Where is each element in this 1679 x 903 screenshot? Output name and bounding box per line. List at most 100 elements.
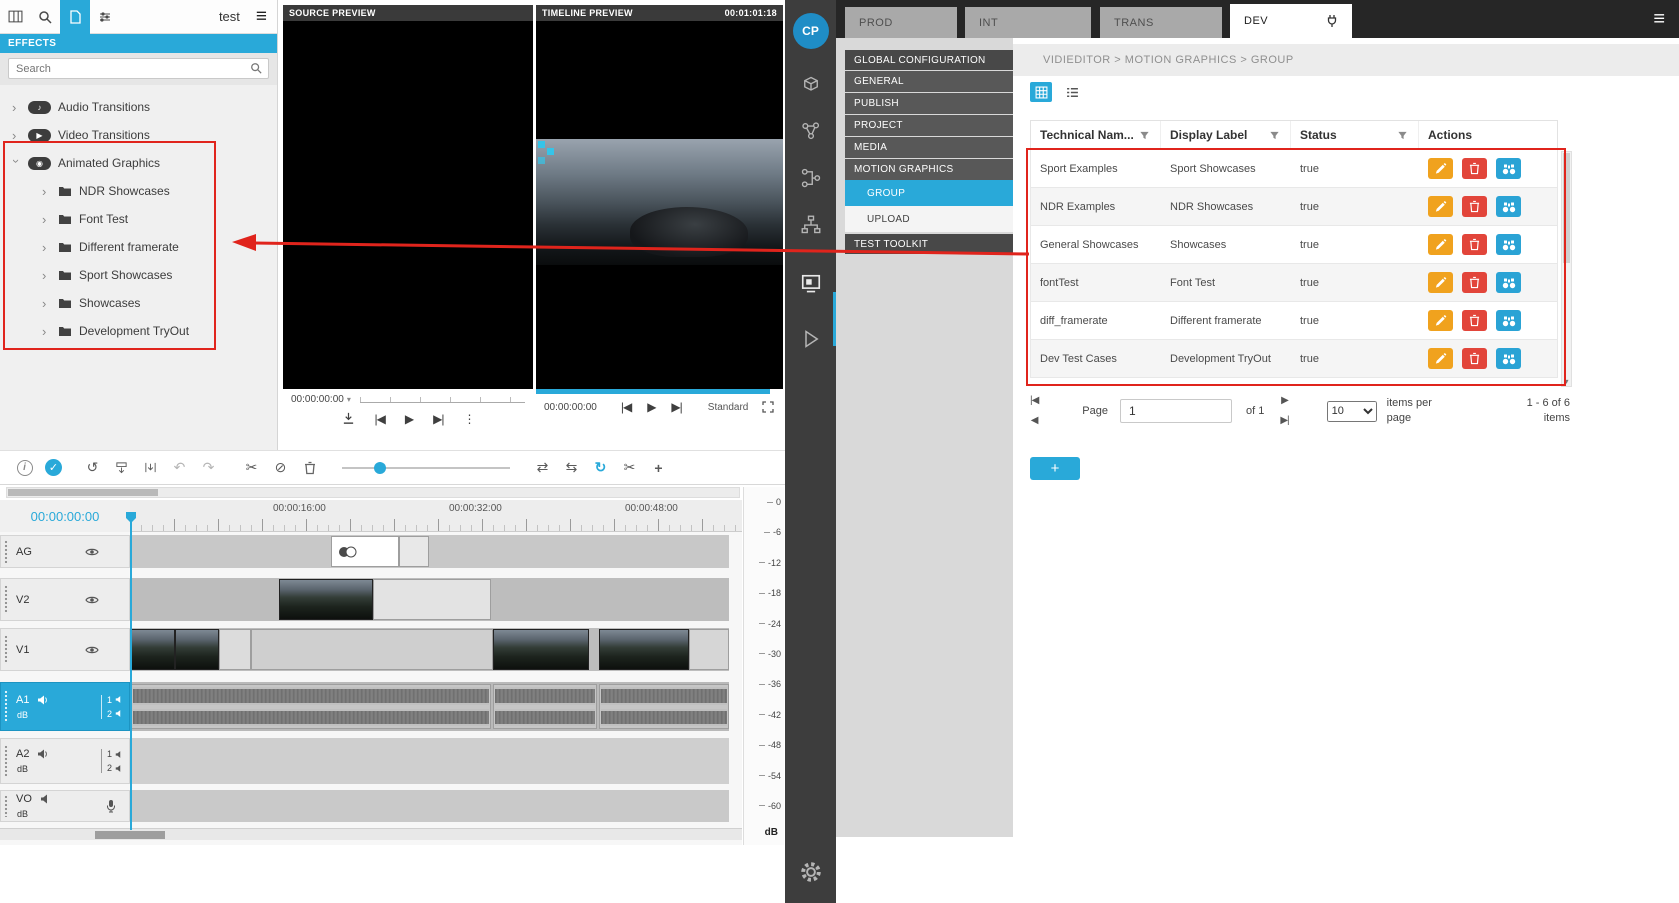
speaker-icon[interactable] (37, 694, 49, 706)
tree-item-animated-graphics[interactable]: › ◉ Animated Graphics (0, 149, 277, 177)
tab-dev[interactable]: DEV (1230, 4, 1352, 38)
clip[interactable] (219, 629, 251, 670)
chevron-right-icon[interactable]: › (42, 325, 51, 338)
audio-clip[interactable] (131, 684, 491, 729)
chevron-right-icon[interactable]: › (42, 297, 51, 310)
drag-handle-icon[interactable] (4, 635, 9, 665)
nav-group-active[interactable]: GROUP (845, 180, 1013, 206)
prev-page-button[interactable]: ◀ (1031, 416, 1038, 426)
tab-int[interactable]: INT (965, 7, 1091, 38)
track-header-ag[interactable]: AG (0, 535, 130, 568)
page-size-select[interactable]: 10 (1327, 401, 1377, 422)
nav-global-configuration[interactable]: GLOBAL CONFIGURATION (845, 50, 1013, 70)
tree-item-audio-transitions[interactable]: › ♪ Audio Transitions (0, 93, 277, 121)
refresh-icon[interactable]: ↻ (586, 459, 615, 476)
clip[interactable] (373, 579, 491, 620)
swap-left-icon[interactable]: ⇆ (557, 459, 586, 476)
kebab-menu-icon[interactable]: ⋮ (463, 413, 474, 425)
move-icon[interactable]: + (644, 460, 673, 476)
track-lane-a1[interactable] (131, 682, 729, 731)
channel-2[interactable]: 2 (107, 709, 124, 719)
table-row[interactable]: Dev Test Cases Development TryOut true (1030, 340, 1558, 378)
nav-publish[interactable]: PUBLISH (845, 93, 1013, 114)
zoom-slider[interactable] (342, 467, 510, 469)
export-play-icon[interactable] (801, 329, 821, 349)
editor-menu-icon[interactable]: ≡ (256, 7, 267, 26)
chevron-right-icon[interactable]: › (12, 129, 21, 142)
tab-prod[interactable]: PROD (845, 7, 957, 38)
microphone-icon[interactable] (105, 799, 117, 813)
column-display-label[interactable]: Display Label (1161, 121, 1291, 149)
tree-item-graphics-folder[interactable]: › Different framerate (0, 233, 277, 261)
edit-button[interactable] (1428, 196, 1453, 217)
skip-forward-icon[interactable]: ▶| (433, 413, 443, 425)
dropdown-caret-icon[interactable]: ▾ (347, 395, 351, 404)
tree-item-graphics-folder[interactable]: › NDR Showcases (0, 177, 277, 205)
track-header-v2[interactable]: V2 (0, 578, 130, 621)
swap-right-icon[interactable]: ⇄ (528, 459, 557, 476)
nav-media[interactable]: MEDIA (845, 137, 1013, 158)
track-header-v1[interactable]: V1 (0, 628, 130, 671)
audio-clip[interactable] (493, 684, 597, 729)
video-clip[interactable] (279, 579, 373, 620)
filter-icon[interactable] (1397, 130, 1408, 141)
track-lane-v1[interactable] (131, 628, 729, 671)
preview-button[interactable] (1496, 348, 1521, 369)
settings-gears-icon[interactable] (798, 859, 824, 885)
chevron-right-icon[interactable]: › (42, 213, 51, 226)
project-file-icon[interactable] (60, 0, 90, 34)
delete-button[interactable] (1462, 158, 1487, 179)
track-header-vo[interactable]: VO dB (0, 790, 130, 822)
preview-button[interactable] (1496, 310, 1521, 331)
filter-icon[interactable] (1139, 130, 1150, 141)
table-row[interactable]: General Showcases Showcases true (1030, 226, 1558, 264)
timeline-hscrollbar-top[interactable] (6, 487, 740, 498)
list-view-button[interactable] (1061, 82, 1083, 102)
preview-button[interactable] (1496, 234, 1521, 255)
edit-button[interactable] (1428, 272, 1453, 293)
track-header-a2[interactable]: A2 dB 1 2 (0, 738, 130, 784)
delete-clip-icon[interactable] (295, 461, 324, 475)
user-avatar[interactable]: CP (793, 13, 829, 49)
preview-button[interactable] (1496, 196, 1521, 217)
zoom-slider-knob[interactable] (374, 462, 386, 474)
video-clip[interactable] (599, 629, 689, 670)
quality-selector[interactable]: Standard (708, 402, 749, 413)
drag-handle-icon[interactable] (4, 795, 9, 817)
playhead[interactable] (130, 512, 132, 830)
insert-to-timeline-icon[interactable] (342, 412, 355, 425)
nav-general[interactable]: GENERAL (845, 71, 1013, 92)
play-icon[interactable]: ▶ (405, 413, 413, 425)
channel-1[interactable]: 1 (107, 749, 124, 759)
timeline-progress-bar[interactable] (536, 389, 770, 394)
add-group-button[interactable]: + (1030, 457, 1080, 480)
preview-button[interactable] (1496, 272, 1521, 293)
last-page-button[interactable]: ▶| (1280, 416, 1288, 426)
video-clip[interactable] (175, 629, 219, 670)
info-icon[interactable]: i (10, 460, 39, 476)
track-lane-a2[interactable] (131, 738, 729, 784)
delete-button[interactable] (1462, 272, 1487, 293)
delete-button[interactable] (1462, 196, 1487, 217)
packages-icon[interactable] (801, 76, 821, 94)
fullscreen-icon[interactable] (762, 401, 774, 413)
track-lane-v2[interactable] (131, 578, 729, 621)
search-input[interactable] (8, 58, 269, 79)
chevron-right-icon[interactable]: › (42, 241, 51, 254)
next-page-button[interactable]: ▶ (1281, 396, 1288, 406)
insert-icon[interactable] (136, 461, 165, 474)
table-row[interactable]: diff_framerate Different framerate true (1030, 302, 1558, 340)
settings-sliders-icon[interactable] (90, 0, 120, 34)
cut-icon[interactable]: ✂ (237, 459, 266, 476)
speaker-icon[interactable] (40, 793, 52, 805)
drag-handle-icon[interactable] (4, 690, 9, 724)
eye-icon[interactable] (85, 595, 99, 605)
edit-button[interactable] (1428, 348, 1453, 369)
first-page-button[interactable]: |◀ (1030, 396, 1038, 406)
unlink-icon[interactable]: ⊘ (266, 459, 295, 476)
edit-button[interactable] (1428, 234, 1453, 255)
chevron-right-icon[interactable]: › (42, 185, 51, 198)
track-header-a1[interactable]: A1 dB 1 2 (0, 682, 130, 731)
nodes-icon[interactable] (801, 121, 821, 141)
delete-button[interactable] (1462, 348, 1487, 369)
